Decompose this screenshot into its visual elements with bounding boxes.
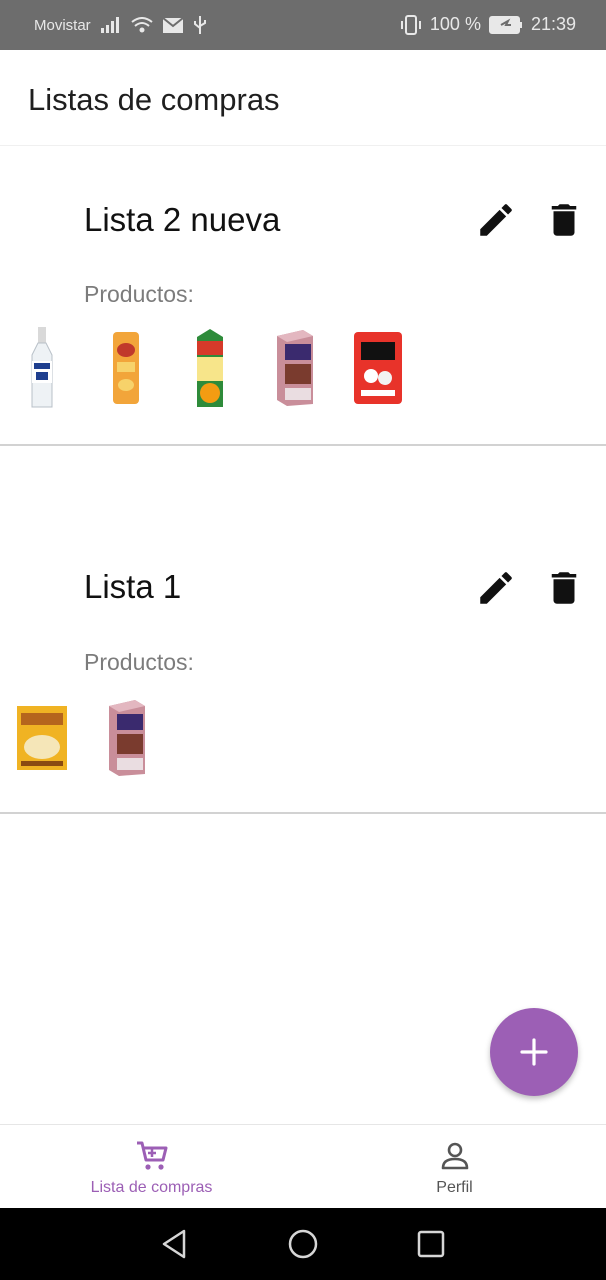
- trash-icon: [551, 204, 577, 236]
- nav-item-lista-de-compras[interactable]: Lista de compras: [0, 1125, 303, 1209]
- triangle-back-icon: [162, 1229, 186, 1259]
- carrier-label: Movistar: [34, 16, 91, 34]
- edit-button[interactable]: [474, 566, 518, 610]
- product-thumbnail[interactable]: [252, 326, 336, 410]
- products-label: Productos:: [84, 649, 194, 675]
- new-york-candy-bag-icon: [354, 332, 402, 404]
- nav-label: Lista de compras: [90, 1179, 213, 1196]
- app-bar: Listas de compras: [0, 50, 606, 146]
- mail-icon: [162, 17, 183, 33]
- square-recents-icon: [417, 1230, 445, 1258]
- vibrate-icon: [400, 14, 422, 35]
- pencil-icon: [480, 572, 512, 604]
- product-thumbnail[interactable]: [84, 696, 168, 780]
- bottom-navigation: Lista de compras Perfil: [0, 1124, 606, 1208]
- product-thumbnail[interactable]: [84, 326, 168, 410]
- vita-chocolate-milk-icon: [277, 330, 313, 406]
- trash-icon: [551, 572, 577, 604]
- recent-apps-button[interactable]: [413, 1226, 449, 1262]
- plus-icon: [520, 1038, 548, 1066]
- delete-button[interactable]: [542, 198, 586, 242]
- vodka-bottle-icon: [31, 327, 53, 408]
- system-navigation-bar: [0, 1208, 606, 1280]
- delete-button[interactable]: [542, 566, 586, 610]
- product-thumbnail[interactable]: [0, 326, 84, 410]
- clock: 21:39: [530, 14, 576, 34]
- page-title: Listas de compras: [28, 82, 280, 117]
- product-thumbnails: [0, 326, 420, 410]
- cart-icon: [136, 1141, 167, 1170]
- circle-home-icon: [288, 1229, 318, 1259]
- shopping-list-card[interactable]: Lista 2 nueva Productos:: [0, 146, 606, 446]
- shopping-list-card[interactable]: Lista 1 Productos:: [0, 446, 606, 814]
- battery-level: 100 %: [429, 14, 481, 34]
- pencil-icon: [480, 204, 512, 236]
- status-bar: Movistar 100 % 21:39: [0, 0, 606, 50]
- person-icon: [441, 1142, 468, 1170]
- add-list-button[interactable]: [490, 1008, 578, 1096]
- wifi-icon: [131, 17, 153, 33]
- products-label: Productos:: [84, 281, 194, 307]
- product-thumbnail[interactable]: [336, 326, 420, 410]
- nav-label: Perfil: [436, 1179, 473, 1196]
- risotto-package-icon: [17, 706, 67, 770]
- usb-icon: [193, 16, 207, 34]
- product-thumbnails: [0, 696, 168, 780]
- nav-item-perfil[interactable]: Perfil: [303, 1125, 606, 1209]
- vita-chocolate-milk-icon: [109, 700, 145, 776]
- home-button[interactable]: [285, 1226, 321, 1262]
- list-name: Lista 2 nueva: [84, 201, 281, 238]
- back-button[interactable]: [156, 1226, 192, 1262]
- battery-charging-icon: [488, 15, 523, 34]
- edit-button[interactable]: [474, 198, 518, 242]
- orange-juice-carton-icon: [197, 329, 223, 407]
- pringles-can-icon: [113, 332, 139, 404]
- product-thumbnail[interactable]: [168, 326, 252, 410]
- product-thumbnail[interactable]: [0, 696, 84, 780]
- signal-icon: [100, 17, 121, 33]
- list-name: Lista 1: [84, 568, 182, 605]
